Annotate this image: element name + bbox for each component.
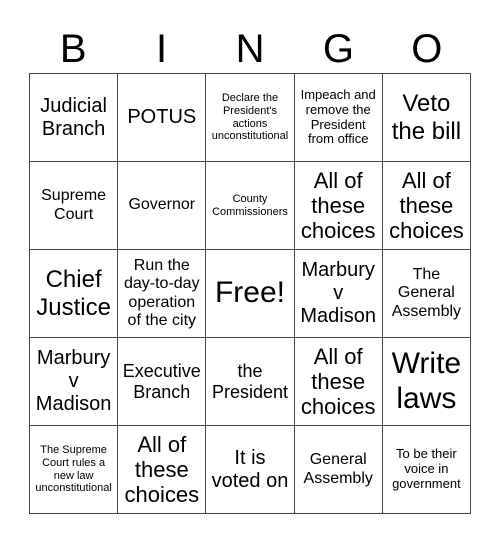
- bingo-cell[interactable]: All of these choices: [294, 338, 383, 426]
- bingo-cell[interactable]: Governor: [118, 162, 207, 250]
- bingo-card: Judicial Branch POTUS Declare the Presid…: [29, 73, 471, 514]
- bingo-header: B I N G O: [29, 24, 471, 74]
- bingo-cell[interactable]: All of these choices: [118, 426, 207, 514]
- header-letter-b: B: [59, 27, 87, 71]
- bingo-cell[interactable]: Marbury v Madison: [294, 250, 383, 338]
- bingo-cell[interactable]: Judicial Branch: [30, 74, 119, 162]
- bingo-cell[interactable]: General Assembly: [294, 426, 383, 514]
- bingo-cell[interactable]: Declare the President's actions unconsti…: [206, 74, 295, 162]
- bingo-cell[interactable]: Executive Branch: [118, 338, 207, 426]
- bingo-cell[interactable]: Run the day-to-day operation of the city: [118, 250, 207, 338]
- bingo-cell[interactable]: To be their voice in government: [382, 426, 471, 514]
- header-letter-n: N: [235, 27, 265, 71]
- header-letter-g: G: [322, 27, 354, 71]
- header-letter-o: O: [411, 27, 443, 71]
- bingo-cell[interactable]: Supreme Court: [30, 162, 119, 250]
- bingo-cell[interactable]: the President: [206, 338, 295, 426]
- bingo-cell[interactable]: The General Assembly: [382, 250, 471, 338]
- bingo-cell[interactable]: Impeach and remove the President from of…: [294, 74, 383, 162]
- bingo-cell[interactable]: Write laws: [382, 338, 471, 426]
- bingo-cell[interactable]: All of these choices: [294, 162, 383, 250]
- header-letter-i: I: [156, 27, 168, 71]
- bingo-cell[interactable]: POTUS: [118, 74, 207, 162]
- free-space[interactable]: Free!: [206, 250, 295, 338]
- bingo-cell[interactable]: County Commissioners: [206, 162, 295, 250]
- bingo-cell[interactable]: Chief Justice: [30, 250, 119, 338]
- bingo-cell[interactable]: Veto the bill: [382, 74, 471, 162]
- bingo-cell[interactable]: The Supreme Court rules a new law uncons…: [30, 426, 119, 514]
- bingo-cell[interactable]: All of these choices: [382, 162, 471, 250]
- bingo-cell[interactable]: Marbury v Madison: [30, 338, 119, 426]
- bingo-cell[interactable]: It is voted on: [206, 426, 295, 514]
